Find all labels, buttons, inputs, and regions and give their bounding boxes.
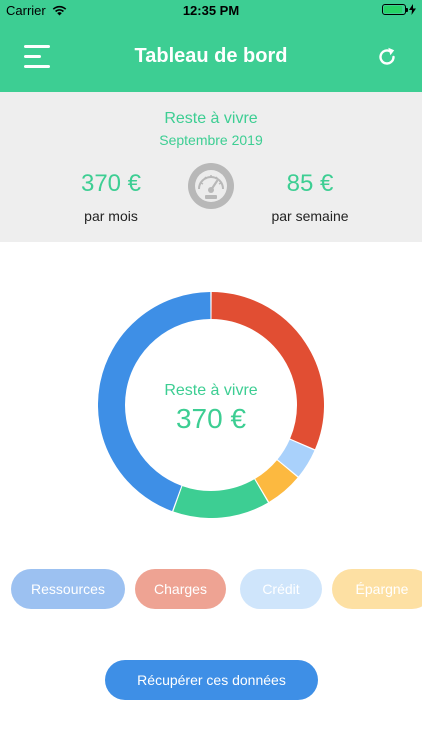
chip-ressources[interactable]: Ressources (11, 569, 125, 609)
donut-slice-1 (277, 439, 315, 477)
status-bar: Carrier 12:35 PM (0, 0, 422, 22)
chip-epargne[interactable]: Épargne (332, 569, 422, 609)
chip-credit[interactable]: Crédit (240, 569, 322, 609)
weekly-amount: 85 € (286, 170, 334, 197)
donut-slice-4 (98, 292, 211, 512)
weekly-label: par semaine (271, 208, 349, 224)
donut-slice-3 (173, 479, 268, 518)
summary-month: Septembre 2019 (159, 132, 263, 148)
monthly-label: par mois (84, 208, 138, 224)
refresh-icon[interactable] (376, 46, 398, 68)
chip-label: Épargne (355, 581, 409, 597)
summary-title: Reste à vivre (164, 110, 258, 127)
battery-tip (406, 8, 408, 12)
fetch-data-button[interactable]: Récupérer ces données (105, 660, 318, 700)
battery-fill (384, 6, 402, 13)
speedometer-icon (188, 163, 234, 209)
chip-label: Charges (154, 581, 207, 597)
summary-panel: Reste à vivre Septembre 2019 370 € par m… (0, 92, 422, 242)
category-chips: Ressources Charges Crédit Épargne (11, 569, 422, 609)
nav-bar: Tableau de bord (0, 22, 422, 92)
monthly-amount: 370 € (80, 170, 142, 197)
page-title: Tableau de bord (134, 45, 288, 67)
weekly-summary: 85 € par semaine (240, 170, 380, 224)
chip-label: Crédit (262, 581, 300, 597)
chip-charges[interactable]: Charges (135, 569, 226, 609)
charging-bolt-icon (409, 4, 416, 15)
donut-center-label: Reste à vivre (164, 382, 258, 399)
donut-slice-2 (254, 459, 298, 502)
chip-label: Ressources (31, 581, 105, 597)
status-time: 12:35 PM (182, 3, 240, 18)
battery-icon (382, 4, 408, 15)
monthly-summary: 370 € par mois (41, 170, 181, 224)
fetch-data-label: Récupérer ces données (137, 672, 286, 688)
donut-center-amount: 370 € (175, 403, 247, 434)
status-right (382, 4, 416, 15)
